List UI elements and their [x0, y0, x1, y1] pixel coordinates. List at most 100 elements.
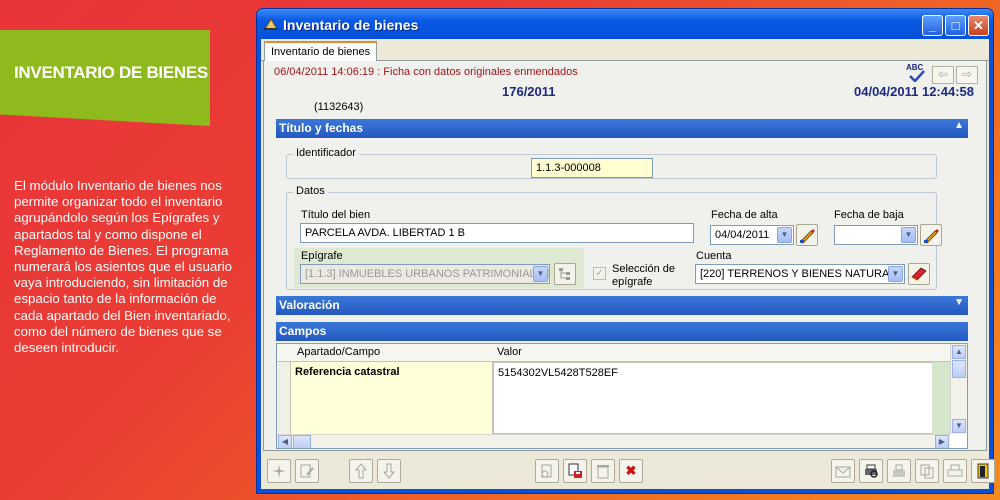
epigrafe-tree-button[interactable]: [554, 263, 576, 285]
scan-button[interactable]: [887, 459, 911, 483]
grid-green-strip: [932, 362, 950, 434]
col-apartado-header[interactable]: Apartado/Campo: [297, 346, 380, 358]
seleccion-label-2: epígrafe: [612, 276, 653, 288]
row-indicator: [277, 362, 291, 434]
next-record-button[interactable]: ⇨: [956, 66, 978, 84]
expand-caret-icon[interactable]: ▼: [954, 297, 964, 308]
document-edit-icon: [300, 464, 314, 478]
table-row-value[interactable]: 5154302VL5428T528EF: [493, 362, 933, 434]
scroll-left-icon[interactable]: ◀: [278, 435, 292, 448]
save-record-button[interactable]: [563, 459, 587, 483]
fecha-alta-label: Fecha de alta: [711, 209, 778, 221]
titulo-bien-label: Título del bien: [301, 209, 371, 221]
epigrafe-label: Epígrafe: [301, 250, 343, 262]
copy-button[interactable]: [915, 459, 939, 483]
grid-vertical-scrollbar[interactable]: ▲ ▼: [950, 344, 967, 434]
cuenta-label: Cuenta: [696, 250, 732, 262]
seleccion-epigrafe-checkbox[interactable]: ✓: [593, 267, 606, 280]
minimize-button[interactable]: _: [922, 15, 943, 36]
arrow-up-icon: [354, 463, 368, 479]
pencil-eraser-icon: [924, 229, 939, 244]
record-datetime: 04/04/2011 12:44:58: [854, 84, 974, 99]
tab-strip: Inventario de bienes: [261, 39, 989, 62]
checkmark-icon: [909, 70, 925, 82]
scanner-icon: [893, 464, 905, 477]
bottom-toolbar: ✖: [261, 451, 995, 489]
fecha-baja-select[interactable]: ▼: [834, 225, 918, 245]
tab-inventario[interactable]: Inventario de bienes: [264, 41, 378, 62]
grid-horizontal-scrollbar[interactable]: ◀ ▶: [277, 434, 950, 448]
move-down-button[interactable]: [377, 459, 401, 483]
window-titlebar[interactable]: Inventario de bienes _ □ ✕: [257, 9, 993, 39]
new-record-button[interactable]: [267, 459, 291, 483]
titulo-bien-input[interactable]: PARCELA AVDA. LIBERTAD 1 B: [300, 223, 694, 243]
cuenta-book-button[interactable]: [908, 263, 930, 285]
datos-label: Datos: [293, 185, 328, 197]
fecha-alta-value: 04/04/2011: [715, 229, 770, 241]
envelope-icon: [835, 466, 851, 478]
chevron-down-icon[interactable]: ▼: [901, 227, 916, 243]
cuenta-select[interactable]: [220] TERRENOS Y BIENES NATURALE ▼: [695, 264, 905, 284]
search-record-button[interactable]: [535, 459, 559, 483]
section-titulo-fechas[interactable]: Título y fechas ▲: [276, 119, 968, 138]
scroll-thumb[interactable]: [952, 360, 966, 378]
promo-title: INVENTARIO DE BIENES: [14, 63, 208, 82]
scroll-right-icon[interactable]: ▶: [935, 435, 949, 448]
seleccion-label-1: Selección de: [612, 263, 675, 275]
identificador-label: Identificador: [293, 147, 359, 159]
arrow-down-icon: [382, 463, 396, 479]
close-button[interactable]: ✕: [968, 15, 989, 36]
print-button[interactable]: [943, 459, 967, 483]
email-button[interactable]: [831, 459, 855, 483]
scroll-up-icon[interactable]: ▲: [952, 345, 966, 359]
print-preview-button[interactable]: [859, 459, 883, 483]
epigrafe-select[interactable]: [1.1.3] INMUEBLES URBANOS PATRIMONIALES …: [300, 264, 550, 284]
grid-header: Apartado/Campo Valor: [277, 344, 953, 362]
identificador-field[interactable]: 1.1.3-000008: [531, 158, 653, 178]
section-campos[interactable]: Campos: [276, 322, 968, 341]
section-campos-label: Campos: [279, 324, 327, 338]
exit-button[interactable]: [971, 459, 995, 483]
record-internal-id: (1132643): [314, 101, 364, 113]
document-search-icon: [541, 464, 552, 478]
cancel-button[interactable]: ✖: [619, 459, 643, 483]
col-valor-header[interactable]: Valor: [497, 346, 522, 358]
window-title: Inventario de bienes: [283, 17, 419, 33]
fecha-alta-select[interactable]: 04/04/2011 ▼: [710, 225, 794, 245]
scroll-down-icon[interactable]: ▼: [952, 419, 966, 433]
save-document-icon: [568, 463, 582, 478]
chevron-down-icon[interactable]: ▼: [888, 266, 903, 282]
chevron-down-icon[interactable]: ▼: [533, 266, 548, 282]
printer-search-icon: [865, 464, 878, 478]
section-valoracion-label: Valoración: [279, 298, 340, 312]
collapse-caret-icon[interactable]: ▲: [954, 120, 964, 131]
record-number: 176/2011: [502, 84, 556, 99]
edit-record-button[interactable]: [295, 459, 319, 483]
fecha-baja-label: Fecha de baja: [834, 209, 904, 221]
app-window: Inventario de bienes _ □ ✕ Inventario de…: [256, 8, 995, 494]
maximize-button[interactable]: □: [945, 15, 966, 36]
spellcheck-icon[interactable]: ABC: [906, 63, 928, 83]
printer-icon: [947, 464, 963, 477]
move-up-button[interactable]: [349, 459, 373, 483]
section-titulo-label: Título y fechas: [279, 121, 364, 135]
sparkle-icon: [272, 464, 286, 478]
main-panel: 06/04/2011 14:06:19 : Ficha con datos or…: [263, 61, 987, 451]
prev-record-button[interactable]: ⇦: [932, 66, 954, 84]
chevron-down-icon[interactable]: ▼: [777, 227, 792, 243]
fecha-alta-edit-button[interactable]: [796, 224, 818, 246]
cuenta-value: [220] TERRENOS Y BIENES NATURALE: [700, 268, 903, 280]
delete-trash-button[interactable]: [591, 459, 615, 483]
exit-door-icon: [977, 463, 989, 479]
trash-icon: [597, 465, 609, 479]
tree-icon: [559, 268, 570, 280]
window-client: Inventario de bienes 06/04/2011 14:06:19…: [261, 39, 995, 489]
section-valoracion[interactable]: Valoración ▼: [276, 296, 968, 315]
copy-icon: [920, 464, 934, 479]
app-icon: [264, 18, 278, 30]
pencil-eraser-icon: [800, 229, 815, 244]
fecha-baja-edit-button[interactable]: [920, 224, 942, 246]
table-row-name: Referencia catastral: [291, 362, 493, 434]
hscroll-thumb[interactable]: [293, 435, 311, 448]
status-message: 06/04/2011 14:06:19 : Ficha con datos or…: [274, 66, 578, 78]
